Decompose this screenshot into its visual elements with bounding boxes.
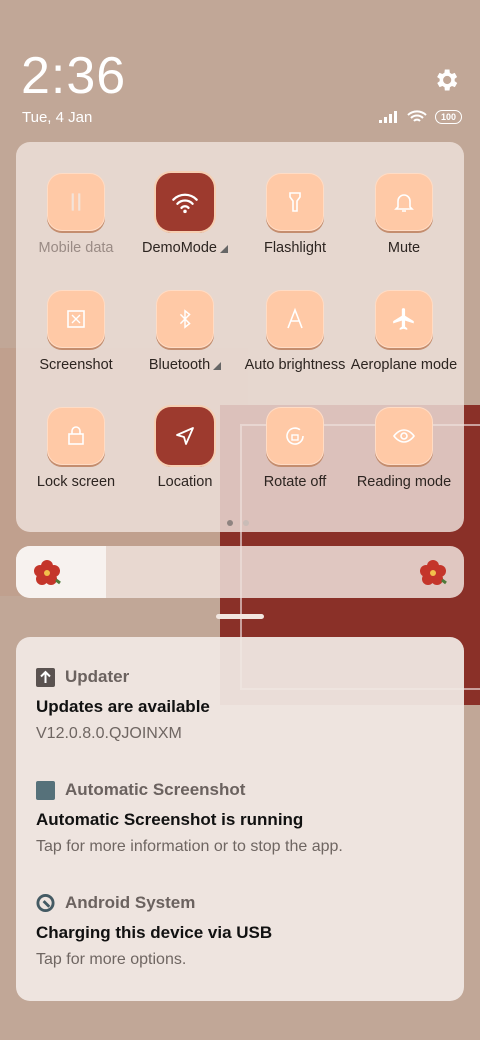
signal-icon bbox=[378, 111, 397, 123]
tile-menu-indicator bbox=[219, 245, 228, 253]
auto-brightness-icon bbox=[287, 307, 303, 329]
android-system-icon bbox=[36, 893, 55, 913]
tile-label: DemoMode bbox=[130, 240, 240, 256]
notification-app-name: Android System bbox=[65, 893, 196, 912]
page-dot bbox=[243, 520, 249, 526]
tile-label: Flashlight bbox=[263, 240, 327, 256]
notification-updater[interactable]: Updater Updates are available V12.0.8.0.… bbox=[36, 667, 446, 743]
tile-button[interactable] bbox=[266, 290, 324, 348]
updater-icon bbox=[36, 667, 55, 687]
tile-label: Lock screen bbox=[36, 474, 116, 490]
tile-rotate-off[interactable]: Rotate off bbox=[240, 407, 350, 490]
tile-screenshot[interactable]: Screenshot bbox=[21, 290, 131, 373]
tile-mute[interactable]: Mute bbox=[349, 173, 459, 256]
wifi-status-icon bbox=[407, 110, 427, 122]
tile-demomode[interactable]: DemoMode bbox=[130, 173, 240, 256]
bluetooth-icon bbox=[179, 309, 191, 329]
tile-label: Aeroplane mode bbox=[350, 357, 458, 373]
location-icon bbox=[176, 427, 194, 445]
notification-panel: Updater Updates are available V12.0.8.0.… bbox=[16, 637, 464, 1001]
page-indicator bbox=[227, 520, 249, 526]
tile-button[interactable] bbox=[266, 173, 324, 231]
tile-aeroplane-mode[interactable]: Aeroplane mode bbox=[349, 290, 459, 373]
mobile-data-icon bbox=[71, 193, 81, 211]
tile-auto-brightness[interactable]: Auto brightness bbox=[240, 290, 350, 373]
wifi-icon bbox=[172, 193, 198, 214]
tile-button[interactable] bbox=[156, 290, 214, 348]
tile-button[interactable] bbox=[47, 173, 105, 231]
tile-lock-screen[interactable]: Lock screen bbox=[21, 407, 131, 490]
tile-label: Mobile data bbox=[38, 240, 114, 256]
automatic-screenshot-icon bbox=[36, 780, 55, 800]
notification-text: Tap for more information or to stop the … bbox=[36, 838, 343, 855]
brightness-slider[interactable] bbox=[16, 546, 464, 598]
tile-button[interactable] bbox=[156, 173, 214, 231]
bell-icon bbox=[394, 194, 414, 212]
battery-indicator: 100 bbox=[434, 110, 462, 124]
status-icons: 100 bbox=[378, 110, 462, 124]
tile-bluetooth[interactable]: Bluetooth bbox=[130, 290, 240, 373]
rotate-icon bbox=[286, 427, 304, 445]
eye-icon bbox=[393, 429, 415, 443]
tile-label: Mute bbox=[387, 240, 421, 256]
lock-icon bbox=[68, 426, 84, 445]
tile-button[interactable] bbox=[47, 290, 105, 348]
notification-title: Charging this device via USB bbox=[36, 923, 273, 942]
brightness-low-flower-icon bbox=[34, 560, 61, 585]
notification-title: Automatic Screenshot is running bbox=[36, 810, 304, 829]
tile-label: Screenshot bbox=[39, 357, 113, 373]
notification-android-system[interactable]: Android System Charging this device via … bbox=[36, 893, 446, 969]
notification-header: Automatic Screenshot bbox=[36, 780, 446, 800]
tile-button[interactable] bbox=[266, 407, 324, 465]
clock: 2:36 bbox=[21, 47, 127, 105]
screenshot-icon bbox=[67, 310, 85, 328]
tile-label: Bluetooth bbox=[130, 357, 240, 373]
notification-header: Updater bbox=[36, 667, 446, 687]
notification-text: Tap for more options. bbox=[36, 951, 187, 968]
tile-label: Reading mode bbox=[356, 474, 452, 490]
notification-header: Android System bbox=[36, 893, 446, 913]
tile-reading-mode[interactable]: Reading mode bbox=[349, 407, 459, 490]
tile-button[interactable] bbox=[375, 407, 433, 465]
notification-title: Updates are available bbox=[36, 697, 210, 716]
tile-label: Location bbox=[157, 474, 213, 490]
tile-button[interactable] bbox=[47, 407, 105, 465]
flashlight-icon bbox=[289, 192, 301, 212]
tile-button[interactable] bbox=[375, 290, 433, 348]
tile-flashlight[interactable]: Flashlight bbox=[240, 173, 350, 256]
notification-automatic-screenshot[interactable]: Automatic Screenshot Automatic Screensho… bbox=[36, 780, 446, 856]
tile-button[interactable] bbox=[375, 173, 433, 231]
notification-text: V12.0.8.0.QJOINXM bbox=[36, 725, 182, 742]
page-dot-active bbox=[227, 520, 233, 526]
date: Tue, 4 Jan bbox=[22, 109, 93, 126]
aeroplane-icon bbox=[393, 308, 414, 330]
brightness-high-flower-icon bbox=[420, 560, 447, 585]
settings-gear-icon[interactable] bbox=[432, 66, 460, 94]
tile-location[interactable]: Location bbox=[130, 407, 240, 490]
notification-app-name: Automatic Screenshot bbox=[65, 780, 246, 799]
tile-label: Auto brightness bbox=[244, 357, 346, 373]
notification-app-name: Updater bbox=[65, 667, 130, 686]
tile-menu-indicator bbox=[213, 362, 222, 370]
tile-label: Rotate off bbox=[263, 474, 327, 490]
tile-mobile-data[interactable]: Mobile data bbox=[21, 173, 131, 256]
tile-button[interactable] bbox=[156, 407, 214, 465]
drag-handle[interactable] bbox=[216, 614, 264, 619]
